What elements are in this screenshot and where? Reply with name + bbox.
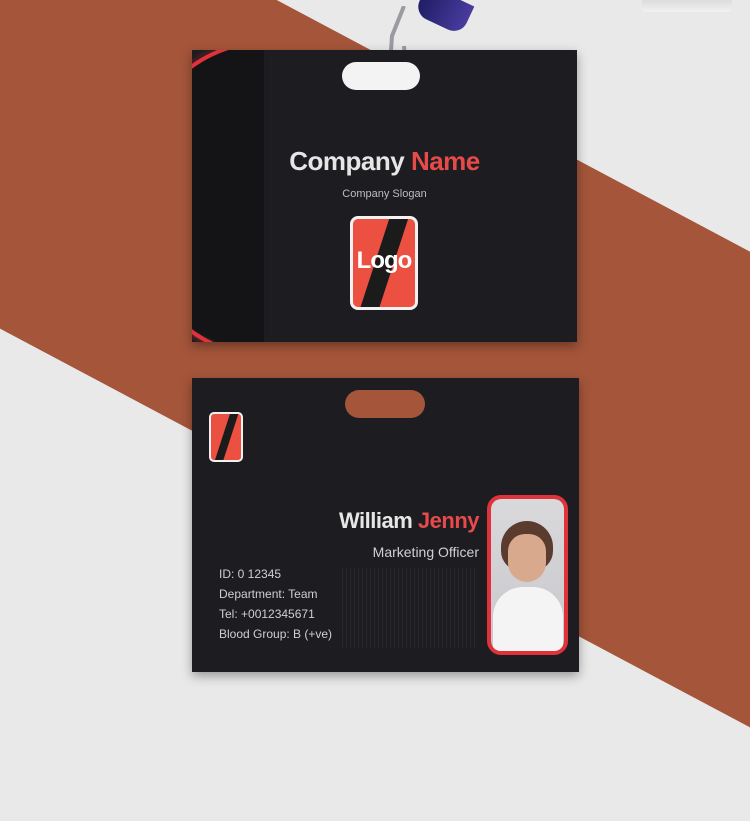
card-texture <box>342 568 477 648</box>
photo-shirt <box>493 587 563 651</box>
lanyard-slot <box>345 390 425 418</box>
job-title: Marketing Officer <box>372 544 479 560</box>
background-object <box>642 0 732 12</box>
mini-logo-stripe <box>212 414 240 460</box>
info-line: Department: Team <box>219 587 318 601</box>
info-line: Blood Group: B (+ve) <box>219 627 333 641</box>
photo-face <box>508 534 546 582</box>
company-logo: Logo <box>350 216 418 310</box>
lanyard-strap <box>413 0 475 36</box>
company-slogan: Company Slogan <box>342 188 427 200</box>
logo-text: Logo <box>356 247 413 274</box>
profile-photo <box>487 495 568 655</box>
company-name: Company Name <box>192 146 577 177</box>
company-name-part2: Name <box>410 146 480 176</box>
info-line: Tel: +0012345671 <box>219 607 315 621</box>
person-name: William Jenny <box>338 508 480 534</box>
info-line: ID: 0 12345 <box>219 567 282 581</box>
id-card-front: Company Name Company Slogan Logo <box>192 50 577 342</box>
person-last-name: Jenny <box>417 508 480 533</box>
employee-info-list: ID: 0 12345 Department: Team Tel: +00123… <box>219 564 332 644</box>
person-first-name: William <box>338 508 413 533</box>
lanyard-slot <box>342 62 420 90</box>
mini-logo-icon <box>209 412 243 462</box>
id-card-back: William Jenny Marketing Officer ID: 0 12… <box>192 378 579 672</box>
company-name-part1: Company <box>289 146 405 176</box>
